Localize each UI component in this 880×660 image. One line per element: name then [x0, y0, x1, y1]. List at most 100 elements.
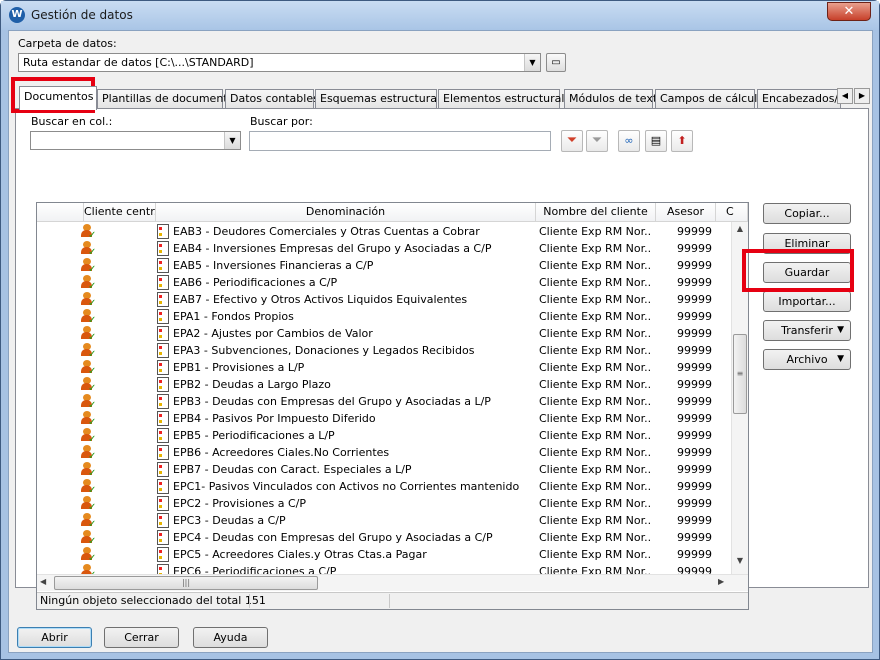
filter-clear-icon[interactable]: ⏷ [586, 130, 608, 152]
scroll-left-icon[interactable]: ◀ [40, 577, 46, 586]
table-row[interactable]: ✓ EPA2 - Ajustes por Cambios de Valor Clie… [37, 325, 731, 343]
row-name: EAB4 - Inversiones Empresas del Grupo y … [173, 242, 492, 255]
tab-documentos[interactable]: Documentos [19, 86, 97, 110]
tab-scroll-left-icon[interactable]: ◀ [837, 88, 853, 104]
column-header-name[interactable]: Denominación [156, 203, 536, 222]
client-status-icon: ✓ [79, 376, 97, 394]
document-icon [157, 241, 169, 256]
column-header-client-central[interactable]: Cliente centr. [84, 203, 156, 222]
scroll-up-icon[interactable]: ▲ [732, 224, 748, 233]
client-status-icon: ✓ [79, 240, 97, 258]
documents-panel: Buscar en col.: ▼ Buscar por: ⏷ ⏷ ∞ ▤ ⬆ … [15, 108, 869, 610]
search-column-select[interactable]: ▼ [30, 131, 241, 150]
document-icon [157, 258, 169, 273]
tab-campos-calculo[interactable]: Campos de cálculo [655, 89, 764, 109]
table-row[interactable]: ✓ EPB3 - Deudas con Empresas del Grupo y … [37, 393, 731, 411]
table-row[interactable]: ✓ EAB5 - Inversiones Financieras a C/P Cli… [37, 257, 731, 275]
table-row[interactable]: ✓ EAB6 - Periodificaciones a C/P Cliente E… [37, 274, 731, 292]
filter-apply-icon[interactable]: ⏷ [561, 130, 583, 152]
row-name: EPC5 - Acreedores Ciales.y Otras Ctas.a … [173, 548, 427, 561]
row-client: Cliente Exp RM Nor... [539, 548, 651, 561]
table-row[interactable]: ✓ EPC1- Pasivos Vinculados con Activos no… [37, 478, 731, 496]
client-status-icon: ✓ [79, 291, 97, 309]
row-advisor: 99999 [677, 514, 712, 527]
row-client: Cliente Exp RM Nor... [539, 242, 651, 255]
table-row[interactable]: ✓ EAB3 - Deudores Comerciales y Otras Cue… [37, 223, 731, 241]
import-button[interactable]: Importar... [763, 291, 851, 312]
print-icon[interactable]: ▤ [645, 130, 667, 152]
row-advisor: 99999 [677, 531, 712, 544]
table-row[interactable]: ✓ EPB6 - Acreedores Ciales.No Corrientes C… [37, 444, 731, 462]
table-row[interactable]: ✓ EAB7 - Efectivo y Otros Activos Liquido… [37, 291, 731, 309]
table-row[interactable]: ✓ EPC3 - Deudas a C/P Cliente Exp RM Nor..… [37, 512, 731, 530]
table-row[interactable]: ✓ EPC4 - Deudas con Empresas del Grupo y … [37, 529, 731, 547]
row-name: EPB3 - Deudas con Empresas del Grupo y A… [173, 395, 491, 408]
client-status-icon: ✓ [79, 410, 97, 428]
copy-button[interactable]: Copiar... [763, 203, 851, 224]
table-row[interactable]: ✓ EAB4 - Inversiones Empresas del Grupo y… [37, 240, 731, 258]
export-icon[interactable]: ⬆ [671, 130, 693, 152]
row-advisor: 99999 [677, 361, 712, 374]
horizontal-scrollbar[interactable]: ◀ ||| ▶ [37, 574, 748, 591]
column-header-extra[interactable]: C [716, 203, 748, 222]
table-row[interactable]: ✓ EPB7 - Deudas con Caract. Especiales a … [37, 461, 731, 479]
tab-esquemas[interactable]: Esquemas estructurales [315, 89, 453, 109]
table-row[interactable]: ✓ EPB5 - Periodificaciones a L/P Cliente E… [37, 427, 731, 445]
status-divider [389, 594, 390, 608]
grid-header: Cliente centr. Denominación Nombre del c… [37, 203, 748, 222]
tab-plantillas[interactable]: Plantillas de documentos [97, 89, 240, 109]
search-input[interactable] [249, 131, 551, 151]
row-client: Cliente Exp RM Nor... [539, 497, 651, 510]
tab-elementos[interactable]: Elementos estructurales [438, 89, 577, 109]
app-logo-icon: W [9, 7, 25, 23]
close-window-button[interactable]: ✕ [827, 2, 871, 21]
tab-bar: Documentos Plantillas de documentos Dato… [15, 86, 870, 110]
row-advisor: 99999 [677, 480, 712, 493]
table-row[interactable]: ✓ EPC5 - Acreedores Ciales.y Otras Ctas.a… [37, 546, 731, 564]
table-row[interactable]: ✓ EPB4 - Pasivos Por Impuesto Diferido Cli… [37, 410, 731, 428]
vertical-scroll-thumb[interactable]: ≡ [733, 334, 747, 414]
row-name: EPB6 - Acreedores Ciales.No Corrientes [173, 446, 390, 459]
scroll-right-icon[interactable]: ▶ [718, 577, 724, 586]
close-button[interactable]: Cerrar [104, 627, 179, 648]
open-button[interactable]: Abrir [17, 627, 92, 648]
find-icon[interactable]: ∞ [618, 130, 640, 152]
table-row[interactable]: ✓ EPB2 - Deudas a Largo Plazo Cliente Exp … [37, 376, 731, 394]
table-row[interactable]: ✓ EPC2 - Provisiones a C/P Cliente Exp RM … [37, 495, 731, 513]
document-icon [157, 275, 169, 290]
row-name: EAB6 - Periodificaciones a C/P [173, 276, 338, 289]
row-advisor: 99999 [677, 344, 712, 357]
help-button[interactable]: Ayuda [193, 627, 268, 648]
tab-modulos-texto[interactable]: Módulos de texto [564, 89, 664, 109]
row-client: Cliente Exp RM Nor... [539, 446, 651, 459]
client-status-icon: ✓ [79, 512, 97, 530]
transfer-button[interactable]: Transferir ▼ [763, 320, 851, 341]
document-icon [157, 462, 169, 477]
tab-scroll-right-icon[interactable]: ▶ [854, 88, 870, 104]
dialog-body: Carpeta de datos: Ruta estandar de datos… [8, 30, 873, 653]
tab-encabezados[interactable]: Encabezados/p [757, 89, 841, 109]
table-row[interactable]: ✓ EPA1 - Fondos Propios Cliente Exp RM Nor… [37, 308, 731, 326]
highlight-import-button [742, 249, 854, 292]
client-status-icon: ✓ [79, 495, 97, 513]
document-icon [157, 360, 169, 375]
row-name: EPB2 - Deudas a Largo Plazo [173, 378, 331, 391]
client-status-icon: ✓ [79, 478, 97, 496]
document-icon [157, 326, 169, 341]
client-status-icon: ✓ [79, 461, 97, 479]
table-row[interactable]: ✓ EPB1 - Provisiones a L/P Cliente Exp RM … [37, 359, 731, 377]
folder-label: Carpeta de datos: [18, 37, 117, 50]
column-header-advisor[interactable]: Asesor [656, 203, 716, 222]
folder-select[interactable]: Ruta estandar de datos [C:\...\STANDARD]… [18, 53, 541, 72]
row-client: Cliente Exp RM Nor... [539, 225, 651, 238]
tab-datos-contables[interactable]: Datos contables [225, 89, 319, 109]
table-row[interactable]: ✓ EPA3 - Subvenciones, Donaciones y Legad… [37, 342, 731, 360]
row-name: EPB7 - Deudas con Caract. Especiales a L… [173, 463, 412, 476]
main-window: W Gestión de datos ✕ Carpeta de datos: R… [0, 0, 880, 660]
column-header-client-name[interactable]: Nombre del cliente [536, 203, 656, 222]
scroll-down-icon[interactable]: ▼ [732, 556, 748, 565]
horizontal-scroll-thumb[interactable]: ||| [54, 576, 318, 590]
file-button[interactable]: Archivo ▼ [763, 349, 851, 370]
folder-browse-button[interactable]: ▭ [546, 53, 566, 72]
row-client: Cliente Exp RM Nor... [539, 361, 651, 374]
